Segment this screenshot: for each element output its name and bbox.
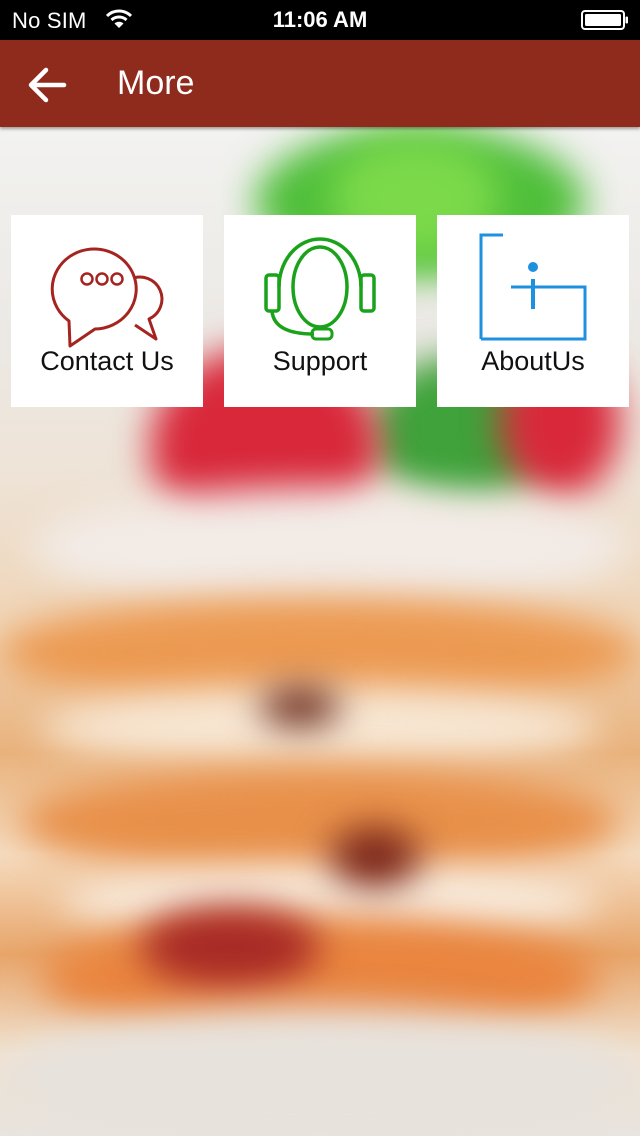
page-title: More xyxy=(117,64,195,102)
info-icon xyxy=(479,233,587,341)
back-button[interactable] xyxy=(22,62,72,108)
status-time: 11:06 AM xyxy=(272,7,368,32)
battery-icon xyxy=(581,10,628,30)
support-label: Support xyxy=(272,346,368,376)
headset-icon xyxy=(264,237,376,341)
contact-us-tile[interactable]: Contact Us xyxy=(11,215,203,407)
contact-us-label: Contact Us xyxy=(40,346,174,376)
about-us-tile[interactable]: AboutUs xyxy=(437,215,629,407)
about-us-label: AboutUs xyxy=(481,346,585,376)
back-arrow-icon xyxy=(28,67,67,103)
status-bar: No SIM 11:06 AM xyxy=(0,0,640,40)
support-tile[interactable]: Support xyxy=(224,215,416,407)
chat-bubbles-icon xyxy=(50,247,164,348)
nav-bar: More xyxy=(0,40,640,127)
